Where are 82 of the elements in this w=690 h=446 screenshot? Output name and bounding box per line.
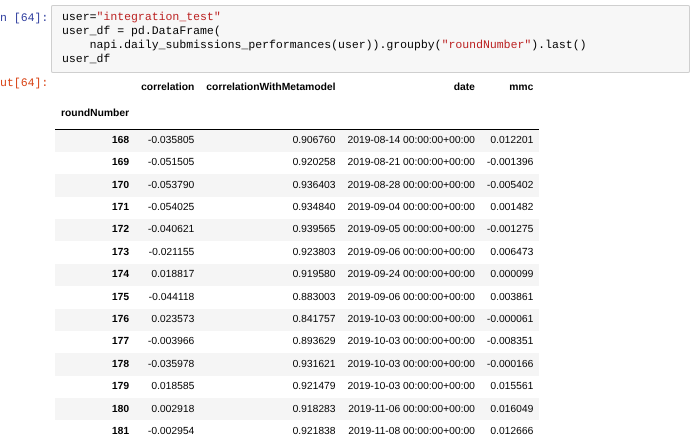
table-cell: 0.000099: [480, 264, 540, 286]
table-cell: 0.018817: [135, 264, 200, 286]
code-cell[interactable]: user="integration_test" user_df = pd.DataFrame( napi.daily_submissions_performances(user)).groupby("roundNumber").last() user_df: [51, 5, 690, 73]
table-cell: -0.044118: [135, 286, 200, 309]
input-prompt: n [64]:: [0, 11, 50, 27]
index-cell: 172: [55, 218, 136, 242]
table-cell: 0.893629: [200, 330, 342, 354]
index-cell-text: 173: [110, 246, 130, 260]
table-cell: 0.921479: [200, 376, 342, 398]
index-header: roundNumber: [55, 99, 136, 130]
table-cell: 0.001482: [480, 196, 540, 219]
table-cell: -0.053790: [135, 174, 200, 197]
index-cell: 170: [55, 174, 136, 197]
table-cell-text: -0.002954: [146, 424, 196, 439]
table-cell: 0.012201: [480, 129, 540, 152]
index-cell: 177: [55, 330, 136, 354]
table-cell: 0.906760: [200, 129, 342, 152]
table-cell: 0.934840: [200, 196, 342, 219]
code-line: user_df: [62, 53, 112, 67]
table-cell: 0.939565: [200, 218, 342, 242]
index-cell-text: 181: [110, 424, 130, 439]
table-cell-text: 0.921838: [292, 424, 337, 439]
output-prompt: ut[64]:: [0, 76, 50, 92]
table-cell: 2019-10-03 00:00:00+00:00: [342, 308, 481, 331]
table-cell: 0.920258: [200, 152, 342, 174]
table-cell: 0.002918: [135, 398, 200, 420]
index-cell: 179: [55, 376, 136, 398]
index-cell: 169: [55, 152, 136, 174]
table-cell: -0.035978: [135, 353, 200, 376]
table-cell: 0.841757: [200, 308, 342, 331]
table-cell: -0.000166: [480, 353, 540, 376]
table-cell: 0.018585: [135, 376, 200, 398]
table-cell: -0.003966: [135, 330, 200, 354]
table-cell-text: 0.006473: [489, 246, 534, 260]
table-cell: 0.016049: [480, 398, 540, 420]
index-cell: 175: [55, 286, 136, 309]
table-cell: 2019-10-03 00:00:00+00:00: [342, 353, 481, 376]
table-cell: -0.051505: [135, 152, 200, 174]
table-cell: -0.005402: [480, 174, 540, 197]
table-cell: 0.931621: [200, 353, 342, 376]
table-cell: 0.015561: [480, 376, 540, 398]
table-cell: 2019-08-14 00:00:00+00:00: [342, 129, 481, 152]
table-cell: -0.001396: [480, 152, 540, 174]
table-cell: 0.919580: [200, 264, 342, 286]
table-cell-text: 2019-11-08 00:00:00+00:00: [347, 424, 476, 439]
table-cell-text: 0.012666: [489, 424, 534, 439]
table-cell-text: 2019-09-06 00:00:00+00:00: [346, 246, 476, 260]
table-cell: -0.008351: [480, 330, 540, 354]
table-cell: 2019-09-05 00:00:00+00:00: [342, 218, 481, 242]
table-cell: 0.936403: [200, 174, 342, 197]
table-cell-text: 0.923803: [292, 246, 337, 260]
table-cell: 2019-10-03 00:00:00+00:00: [342, 376, 481, 398]
table-cell: 2019-09-06 00:00:00+00:00: [342, 286, 481, 309]
table-cell: 0.883003: [200, 286, 342, 309]
column-header: correlation: [140, 81, 196, 96]
column-header: correlationWithMetamodel: [205, 81, 337, 96]
table-cell: 0.003861: [480, 286, 540, 309]
index-cell: 178: [55, 353, 136, 376]
table-cell: -0.035805: [135, 129, 200, 152]
table-cell: 0.023573: [135, 308, 200, 331]
table-cell: 0.918283: [200, 398, 342, 420]
table-cell: -0.040621: [135, 218, 200, 242]
table-cell: 2019-08-28 00:00:00+00:00: [342, 174, 481, 197]
table-cell: 2019-08-21 00:00:00+00:00: [342, 152, 481, 174]
index-cell: 180: [55, 398, 136, 420]
table-cell: -0.000061: [480, 308, 540, 331]
index-cell: 171: [55, 196, 136, 219]
table-cell: 2019-11-06 00:00:00+00:00: [342, 398, 481, 420]
table-cell: 2019-09-24 00:00:00+00:00: [342, 264, 481, 286]
code-line: user="integration_test": [62, 11, 222, 25]
table-cell: -0.054025: [135, 196, 200, 219]
table-cell-text: -0.021155: [148, 246, 196, 260]
index-cell: 176: [55, 308, 136, 331]
code-line: user_df = pd.DataFrame(: [62, 25, 222, 39]
column-header: mmc: [508, 81, 534, 96]
index-cell: 168: [55, 129, 136, 152]
code-line: napi.daily_submissions_performances(user)).groupby("roundNumber").last(): [88, 39, 588, 53]
table-cell: 2019-10-03 00:00:00+00:00: [342, 330, 481, 354]
column-header: date: [452, 81, 476, 96]
table-cell: -0.001275: [480, 218, 540, 242]
index-cell: 174: [55, 264, 136, 286]
table-cell: 2019-09-04 00:00:00+00:00: [342, 196, 481, 219]
